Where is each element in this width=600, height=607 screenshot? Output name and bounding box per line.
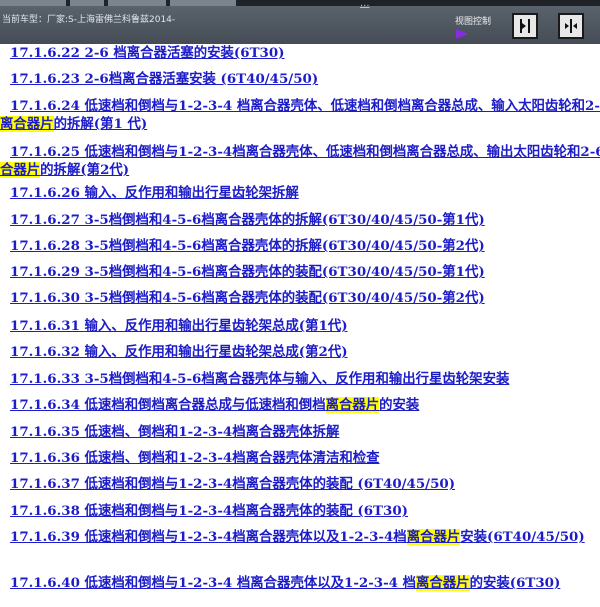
toc-link-text: 17.1.6.40 低速档和倒档与1-2-3-4 档离合器壳体以及1-2-3-4… [10, 575, 417, 591]
toc-link[interactable]: 17.1.6.33 3-5档倒档和4-5-6档离合器壳体与输入、反作用和输出行星… [10, 370, 509, 388]
toc-link[interactable]: 17.1.6.40 低速档和倒档与1-2-3-4 档离合器壳体以及1-2-3-4… [0, 574, 600, 592]
toc-link[interactable]: 17.1.6.24 低速档和倒档与1-2-3-4 档离合器壳体、低速档和倒档离合… [0, 97, 600, 133]
split-view-button[interactable] [558, 13, 584, 39]
panel-right-button[interactable] [512, 13, 538, 39]
toc-link[interactable]: 17.1.6.32 输入、反作用和输出行星齿轮架总成(第2代) [10, 343, 348, 361]
toc-list: 17.1.6.22 2-6 档离合器活塞的安装(6T30) 17.1.6.23 2… [0, 44, 600, 607]
toc-link[interactable]: 17.1.6.26 输入、反作用和输出行星齿轮架拆解 [10, 184, 299, 202]
toc-link-text: 的拆解(第1 代) [53, 116, 148, 132]
toc-link[interactable]: 17.1.6.38 低速档和倒档与1-2-3-4档离合器壳体的装配 (6T30) [10, 502, 408, 520]
search-highlight: 离合器片 [325, 397, 380, 413]
top-toolbar: 当前车型：厂家:S-上海雷佛兰科鲁兹2014- ... 视图控制 [0, 0, 600, 44]
toc-link[interactable]: 17.1.6.36 低速档、倒档和1-2-3-4档离合器壳体清洁和检查 [10, 449, 380, 467]
toc-link[interactable]: 17.1.6.25 低速档和倒档与1-2-3-4档离合器壳体、低速档和倒档离合器… [0, 143, 600, 179]
toc-link[interactable]: 17.1.6.35 低速档、倒档和1-2-3-4档离合器壳体拆解 [10, 423, 339, 441]
toc-link-text: 17.1.6.25 低速档和倒档与1-2-3-4档离合器壳体、低速档和倒档离合器… [10, 144, 600, 160]
toc-link-text: 的安装 [379, 397, 420, 413]
toc-link[interactable]: 17.1.6.34 低速档和倒档离合器总成与低速档和倒档离合器片的安装 [0, 396, 600, 414]
tab-strip [0, 0, 600, 6]
toc-link[interactable]: 17.1.6.28 3-5档倒档和4-5-6档离合器壳体的拆解(6T30/40/… [10, 237, 485, 255]
toc-link-text: 安装(6T40/45/50) [460, 529, 585, 545]
toc-link[interactable]: 17.1.6.29 3-5档倒档和4-5-6档离合器壳体的装配(6T30/40/… [10, 263, 485, 281]
more-link[interactable]: ... [360, 0, 370, 9]
toc-link[interactable]: 17.1.6.30 3-5档倒档和4-5-6档离合器壳体的装配(6T30/40/… [10, 289, 485, 307]
toc-link-text: 17.1.6.34 低速档和倒档离合器总成与低速档和倒档 [10, 397, 326, 413]
split-arrows-icon [565, 19, 577, 33]
toc-link[interactable]: 17.1.6.39 低速档和倒档与1-2-3-4档离合器壳体以及1-2-3-4档… [0, 528, 600, 546]
current-model-label: 当前车型：厂家:S-上海雷佛兰科鲁兹2014- [2, 15, 176, 25]
toc-link-text: 17.1.6.24 低速档和倒档与1-2-3-4 档离合器壳体、低速档和倒档离合… [10, 98, 600, 114]
toc-link-text: 的安装(6T30) [469, 575, 561, 591]
search-highlight: 离合器片 [406, 529, 461, 545]
toc-link[interactable]: 17.1.6.27 3-5档倒档和4-5-6档离合器壳体的拆解(6T30/40/… [10, 211, 485, 229]
toc-link-text: 17.1.6.39 低速档和倒档与1-2-3-4档离合器壳体以及1-2-3-4档 [10, 529, 407, 545]
search-highlight: 离合器片 [416, 575, 470, 591]
toc-link-text: 的拆解(第2代) [40, 162, 130, 178]
play-arrow-icon[interactable] [456, 29, 468, 39]
view-control-label: 视图控制 [455, 17, 492, 27]
toc-link[interactable]: 17.1.6.31 输入、反作用和输出行星齿轮架总成(第1代) [10, 317, 348, 335]
toc-link[interactable]: 17.1.6.23 2-6档离合器活塞安装 (6T40/45/50) [10, 70, 318, 88]
toc-link[interactable]: 17.1.6.22 2-6 档离合器活塞的安装(6T30) [10, 44, 285, 62]
search-highlight: 离合器片 [0, 116, 54, 132]
toc-link[interactable]: 17.1.6.37 低速档和倒档与1-2-3-4档离合器壳体的装配 (6T40/… [10, 475, 455, 493]
panel-right-icon [520, 19, 530, 33]
